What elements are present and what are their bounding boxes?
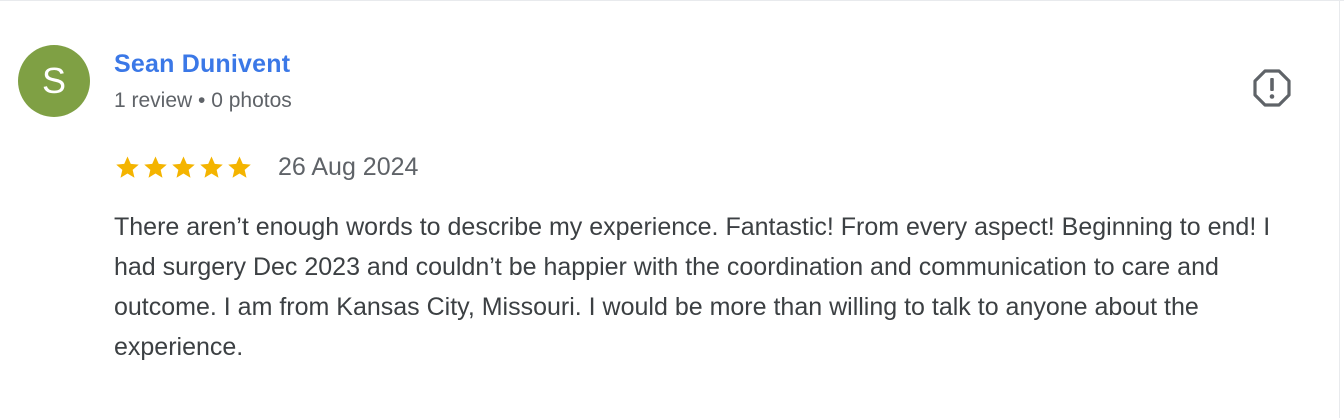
star-icon: [170, 154, 197, 181]
star-icon: [198, 154, 225, 181]
star-icon: [142, 154, 169, 181]
avatar[interactable]: S: [18, 45, 90, 117]
star-icon: [226, 154, 253, 181]
star-icon: [114, 154, 141, 181]
card-right-divider: [1339, 0, 1340, 418]
report-review-button[interactable]: [1252, 68, 1292, 108]
review-text: There aren’t enough words to describe my…: [114, 213, 1271, 361]
review-date: 26 Aug 2024: [278, 152, 419, 181]
avatar-initial: S: [41, 60, 66, 101]
reviewer-meta: 1 review • 0 photos: [114, 89, 292, 112]
reviewer-name-link[interactable]: Sean Dunivent: [114, 50, 290, 79]
rating-row: 26 Aug 2024: [114, 150, 418, 184]
star-rating: [114, 154, 253, 181]
report-flag-icon: [1253, 69, 1291, 107]
card-top-divider: [0, 0, 1344, 1]
